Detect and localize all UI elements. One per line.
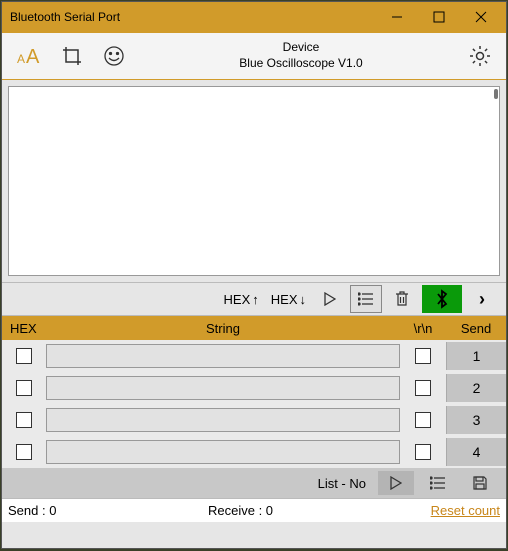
col-hex: HEX bbox=[2, 321, 46, 336]
string-input[interactable] bbox=[46, 344, 400, 368]
col-string: String bbox=[46, 321, 400, 336]
mid-toolbar: HEX↑ HEX↓ › bbox=[2, 282, 506, 316]
col-rn: \r\n bbox=[400, 321, 446, 336]
send-button[interactable]: 3 bbox=[446, 406, 506, 434]
svg-text:A: A bbox=[17, 52, 25, 66]
maximize-button[interactable] bbox=[418, 3, 460, 31]
arrow-up-icon: ↑ bbox=[252, 292, 259, 307]
scrollbar-thumb[interactable] bbox=[494, 89, 498, 99]
string-input[interactable] bbox=[46, 440, 400, 464]
hex-checkbox[interactable] bbox=[16, 380, 32, 396]
top-toolbar: AA Device Blue Oscilloscope V1.0 bbox=[2, 32, 506, 80]
send-row: 1 bbox=[2, 340, 506, 372]
delete-button[interactable] bbox=[386, 285, 418, 313]
play-button[interactable] bbox=[314, 285, 346, 313]
reset-count-link[interactable]: Reset count bbox=[431, 503, 500, 518]
close-button[interactable] bbox=[460, 3, 502, 31]
send-row: 3 bbox=[2, 404, 506, 436]
svg-text:A: A bbox=[26, 46, 40, 67]
status-receive: Receive : 0 bbox=[208, 503, 431, 518]
chevron-right-icon[interactable]: › bbox=[466, 285, 498, 313]
window-title: Bluetooth Serial Port bbox=[10, 10, 376, 24]
smiley-icon[interactable] bbox=[96, 38, 132, 74]
bluetooth-button[interactable] bbox=[422, 285, 462, 313]
console-output[interactable] bbox=[8, 86, 500, 276]
list-view-button[interactable] bbox=[350, 285, 382, 313]
rn-checkbox[interactable] bbox=[415, 348, 431, 364]
device-name: Blue Oscilloscope V1.0 bbox=[138, 56, 464, 72]
save-button[interactable] bbox=[462, 471, 498, 495]
crop-icon[interactable] bbox=[54, 38, 90, 74]
hex-checkbox[interactable] bbox=[16, 412, 32, 428]
arrow-down-icon: ↓ bbox=[300, 292, 307, 307]
col-send: Send bbox=[446, 321, 506, 336]
string-input[interactable] bbox=[46, 376, 400, 400]
footer-play-button[interactable] bbox=[378, 471, 414, 495]
hex-up-button[interactable]: HEX↑ bbox=[224, 292, 259, 307]
string-input[interactable] bbox=[46, 408, 400, 432]
titlebar: Bluetooth Serial Port bbox=[2, 2, 506, 32]
rn-checkbox[interactable] bbox=[415, 444, 431, 460]
send-row: 2 bbox=[2, 372, 506, 404]
rn-checkbox[interactable] bbox=[415, 380, 431, 396]
hex-checkbox[interactable] bbox=[16, 348, 32, 364]
hex-down-button[interactable]: HEX↓ bbox=[271, 292, 306, 307]
footer-list-button[interactable] bbox=[420, 471, 456, 495]
columns-header: HEX String \r\n Send bbox=[2, 316, 506, 340]
list-no-label: List - No bbox=[318, 476, 366, 491]
hex-checkbox[interactable] bbox=[16, 444, 32, 460]
rn-checkbox[interactable] bbox=[415, 412, 431, 428]
send-rows: 1 2 3 4 bbox=[2, 340, 506, 468]
status-send: Send : 0 bbox=[8, 503, 208, 518]
status-bar: Send : 0 Receive : 0 Reset count bbox=[2, 498, 506, 522]
footer-toolbar: List - No bbox=[2, 468, 506, 498]
send-row: 4 bbox=[2, 436, 506, 468]
device-label: Device bbox=[138, 40, 464, 56]
settings-button[interactable] bbox=[464, 40, 496, 72]
send-button[interactable]: 1 bbox=[446, 342, 506, 370]
device-info: Device Blue Oscilloscope V1.0 bbox=[138, 40, 464, 71]
app-window: Bluetooth Serial Port AA Device Blue Osc… bbox=[1, 1, 507, 549]
send-button[interactable]: 4 bbox=[446, 438, 506, 466]
font-size-icon[interactable]: AA bbox=[12, 38, 48, 74]
send-button[interactable]: 2 bbox=[446, 374, 506, 402]
minimize-button[interactable] bbox=[376, 3, 418, 31]
